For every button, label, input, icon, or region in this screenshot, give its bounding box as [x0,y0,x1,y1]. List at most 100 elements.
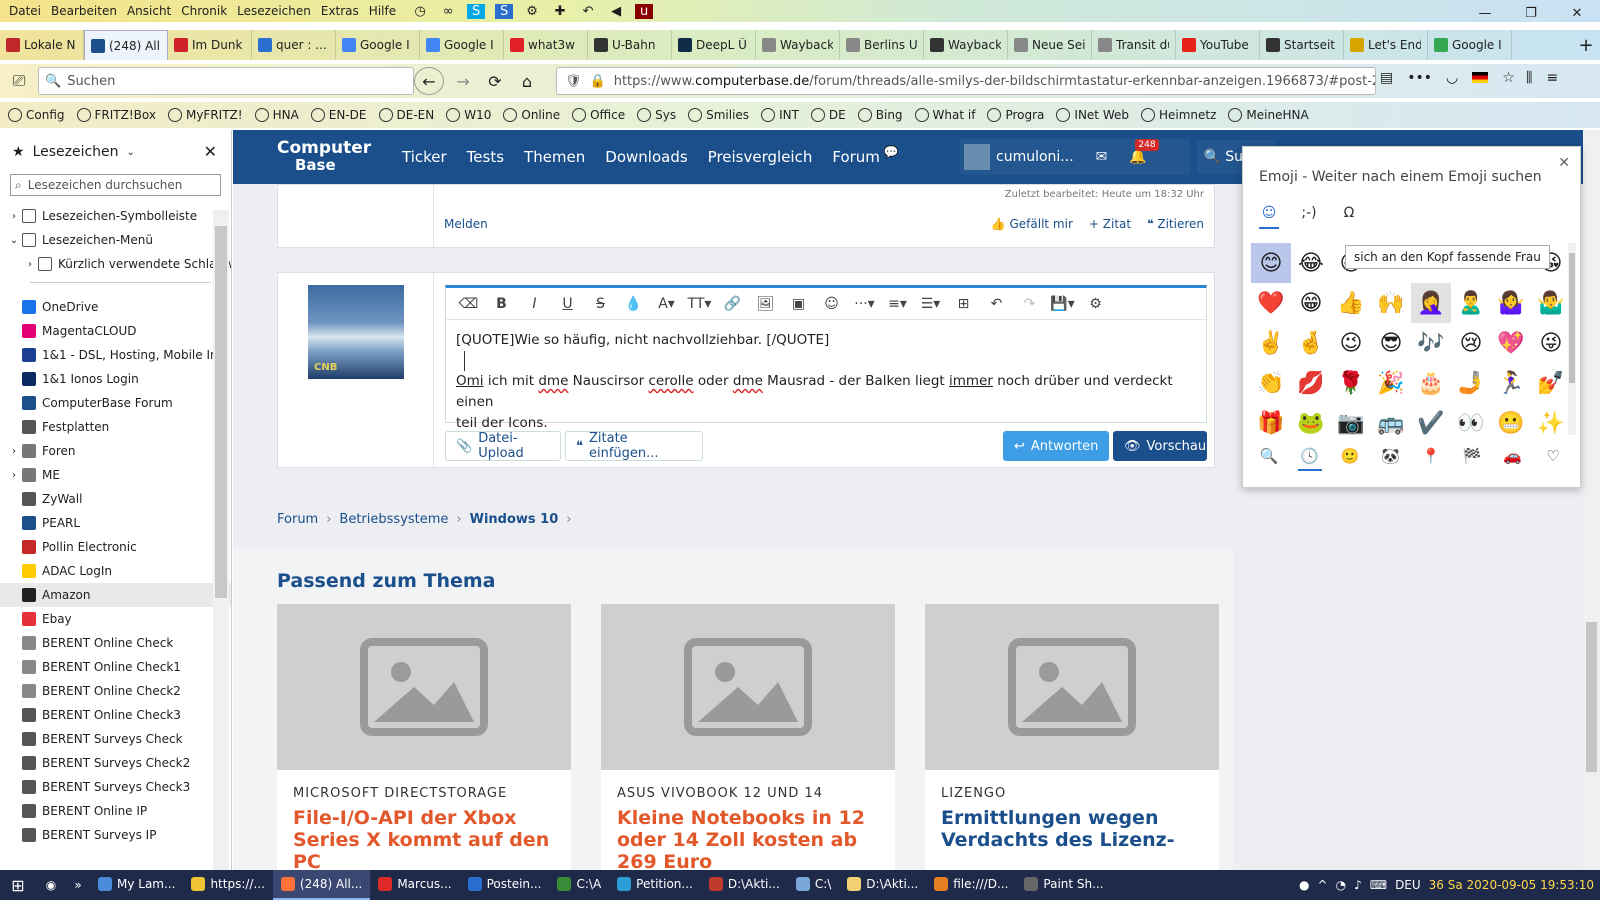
emoji-cell[interactable]: 👏 [1251,363,1291,403]
emoji-tab[interactable]: ☺ [1259,205,1279,229]
bookmark-item[interactable]: DE [810,108,846,122]
bookmark-item[interactable]: EN-DE [310,108,367,122]
bookmark-item[interactable]: INet Web [1056,108,1129,122]
speaker-icon[interactable]: ◀ [607,4,625,19]
emoji-cell[interactable]: 😜 [1531,323,1571,363]
chrome-pin-icon[interactable]: ◉ [36,878,66,892]
bookmark-item[interactable]: Bing [857,108,903,122]
card-title[interactable]: File-I/O-API der Xbox Series X kommt auf… [293,807,555,870]
reload-button[interactable]: ⟳ [480,67,510,95]
twisty-icon[interactable]: › [22,259,38,270]
sidebar-bookmark-item[interactable]: OneDrive [0,295,231,319]
italic-icon[interactable]: I [518,296,551,312]
emoji-cell[interactable]: 😂 [1291,243,1331,283]
strikethrough-icon[interactable]: S [584,296,617,312]
emoji-cell[interactable]: ✔️ [1411,403,1451,443]
bookmark-item[interactable]: Sys [637,108,676,122]
emoji-category-tab[interactable]: 🚗 [1500,447,1524,471]
emoji-cell[interactable]: 😊 [1251,243,1291,283]
bookmark-item[interactable]: Heimnetz [1141,108,1216,122]
ublock-icon[interactable]: u [635,3,654,19]
emoji-cell[interactable]: 🎶 [1411,323,1451,363]
bookmark-item[interactable]: What if [914,108,975,122]
underline-icon[interactable]: U [551,296,584,312]
sidebar-bookmark-item[interactable]: BERENT Online Check2 [0,679,231,703]
font-family-icon[interactable]: A▾ [650,296,683,312]
taskbar-window[interactable]: (248) All... [272,870,371,900]
drafts-icon[interactable]: 💾▾ [1046,296,1079,312]
settings-icon[interactable]: ⚙ [1079,296,1112,312]
media-icon[interactable]: ▣ [782,296,815,312]
emoji-cell[interactable]: 🤦‍♀️ [1411,283,1451,323]
nav-ticker[interactable]: Ticker [402,148,447,166]
more-actions-icon[interactable]: ••• [1407,70,1432,86]
menu-chronik[interactable]: Chronik [176,4,232,18]
user-menu[interactable]: cumuloni... ✉ 🔔 248 [960,139,1190,175]
bookmark-item[interactable]: DE-EN [378,108,434,122]
emoji-cell[interactable]: 😎 [1371,323,1411,363]
emoji-cell[interactable]: 😉 [1331,323,1371,363]
url-bar[interactable]: 🛡 🔒 https://www.computerbase.de/forum/th… [556,67,1376,95]
close-window-button[interactable]: ✕ [1554,0,1600,26]
smiley-icon[interactable]: ☺ [815,296,848,312]
taskbar-window[interactable]: C:\A [549,870,609,900]
taskbar-window[interactable]: Marcus... [370,870,459,900]
sidebar-bookmark-item[interactable]: 1&1 Ionos Login [0,367,231,391]
search-input[interactable]: 🔍 Suchen [38,67,414,95]
sidebar-header[interactable]: ★ Lesezeichen ⌄ ✕ [0,130,231,174]
windows-start-icon[interactable]: ⊞ [0,876,36,895]
bookmark-item[interactable]: Online [503,108,560,122]
reader-view-icon[interactable]: ▤ [1380,70,1393,86]
emoji-cell[interactable]: 🙎‍♂️ [1451,283,1491,323]
browser-tab[interactable]: U-Bahn [588,30,672,60]
page-scrollbar-thumb[interactable] [1586,622,1597,772]
emoji-cell[interactable]: 👀 [1451,403,1491,443]
taskbar-window[interactable]: C:\ [788,870,839,900]
browser-tab[interactable]: quer : ... [252,30,336,60]
mail-icon[interactable]: ✉ [1096,149,1108,165]
emoji-cell[interactable]: 🐸 [1291,403,1331,443]
clock[interactable]: 36 Sa 2020-09-05 19:53:10 [1429,878,1594,892]
emoji-cell[interactable]: 🎉 [1371,363,1411,403]
browser-tab[interactable]: Wayback M [756,30,840,60]
bookmark-folder[interactable]: › Kürzlich verwendete Schlagwörter [0,252,231,276]
emoji-category-tab[interactable]: 🏁 [1460,447,1484,471]
taskbar-window[interactable]: Postein... [460,870,550,900]
emoji-cell[interactable]: 😬 [1491,403,1531,443]
emoji-cell[interactable]: ❤️ [1251,283,1291,323]
browser-tab[interactable]: (248) All [84,30,168,60]
emoji-scrollbar[interactable] [1568,243,1576,435]
menu-bearbeiten[interactable]: Bearbeiten [46,4,122,18]
library-icon[interactable]: ⫼ [1526,70,1532,86]
puzzle-icon[interactable]: ✚ [551,4,569,19]
sidebar-toggle-icon[interactable]: ⎚ [4,67,34,95]
image-icon[interactable]: 🖼 [749,296,782,312]
emoji-category-tab[interactable]: ♡ [1541,447,1565,471]
nav-downloads[interactable]: Downloads [605,148,687,166]
menu-extras[interactable]: Extras [316,4,364,18]
minimize-button[interactable]: — [1462,0,1508,26]
tray-volume-icon[interactable]: ♪ [1354,878,1362,892]
more-icon[interactable]: ···▾ [848,296,881,312]
breadcrumb-betriebssysteme[interactable]: Betriebssysteme [339,512,448,527]
emoji-cell[interactable]: 👍 [1331,283,1371,323]
emoji-cell[interactable]: 💅 [1531,363,1571,403]
emoji-category-tab[interactable]: 📍 [1419,447,1443,471]
emoji-cell[interactable]: 🤞 [1291,323,1331,363]
tray-app-icon[interactable]: ● [1299,878,1309,892]
skype-icon[interactable]: S [467,3,486,19]
sidebar-bookmark-item[interactable]: Ebay [0,607,231,631]
emoji-cell[interactable]: 🙌 [1371,283,1411,323]
taskbar-window[interactable]: D:\Akti... [701,870,788,900]
redo-icon[interactable]: ↷ [1013,296,1046,312]
sidebar-bookmark-item[interactable]: Amazon [0,583,231,607]
sidebar-bookmark-item[interactable]: BERENT Surveys Check3 [0,775,231,799]
bookmark-item[interactable]: HNA [254,108,299,122]
forward-button[interactable]: → [448,67,478,95]
sidebar-bookmark-item[interactable]: BERENT Online Check [0,631,231,655]
chat-bubble-icon[interactable]: 💬 [884,145,899,159]
emoji-cell[interactable]: ✌️ [1251,323,1291,363]
color-drop-icon[interactable]: 💧 [617,296,650,312]
emoji-cell[interactable]: ✨ [1531,403,1571,443]
site-logo[interactable]: Computer Base [277,140,382,174]
